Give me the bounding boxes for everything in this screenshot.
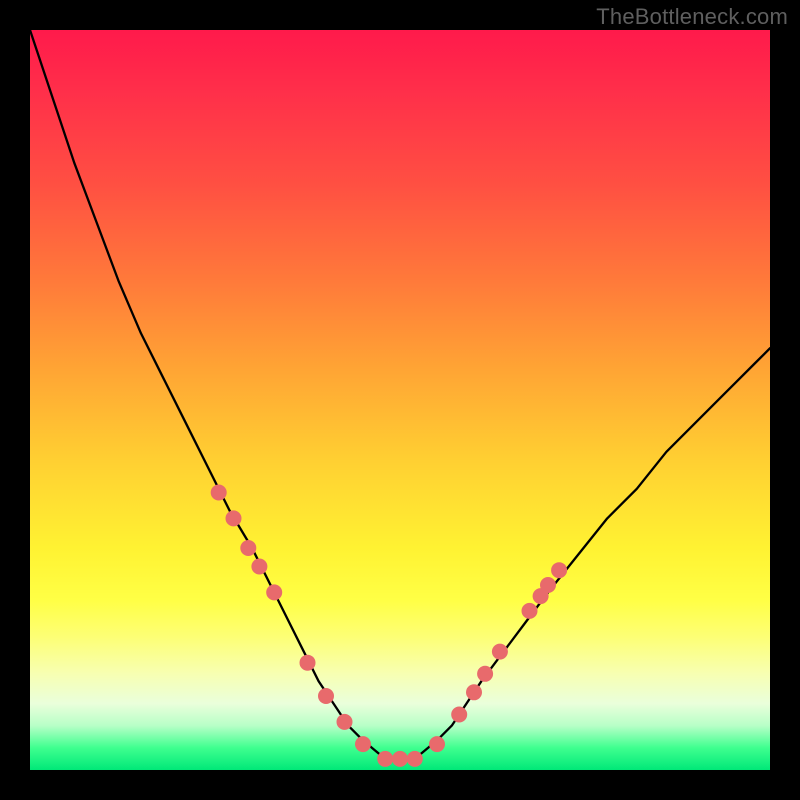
- data-point: [318, 688, 334, 704]
- chart-svg: [30, 30, 770, 770]
- data-point: [429, 736, 445, 752]
- data-point: [266, 584, 282, 600]
- data-point: [377, 751, 393, 767]
- bottleneck-curve: [30, 30, 770, 759]
- data-point: [522, 603, 538, 619]
- watermark-text: TheBottleneck.com: [596, 4, 788, 30]
- data-point: [492, 644, 508, 660]
- data-point: [466, 684, 482, 700]
- data-point: [551, 562, 567, 578]
- data-point: [240, 540, 256, 556]
- data-point: [392, 751, 408, 767]
- data-point: [300, 655, 316, 671]
- data-point: [407, 751, 423, 767]
- data-point: [540, 577, 556, 593]
- data-point: [211, 485, 227, 501]
- data-point: [477, 666, 493, 682]
- data-point: [355, 736, 371, 752]
- data-point: [337, 714, 353, 730]
- data-point: [251, 559, 267, 575]
- data-point: [451, 707, 467, 723]
- plot-area: [30, 30, 770, 770]
- chart-frame: TheBottleneck.com: [0, 0, 800, 800]
- data-point: [226, 510, 242, 526]
